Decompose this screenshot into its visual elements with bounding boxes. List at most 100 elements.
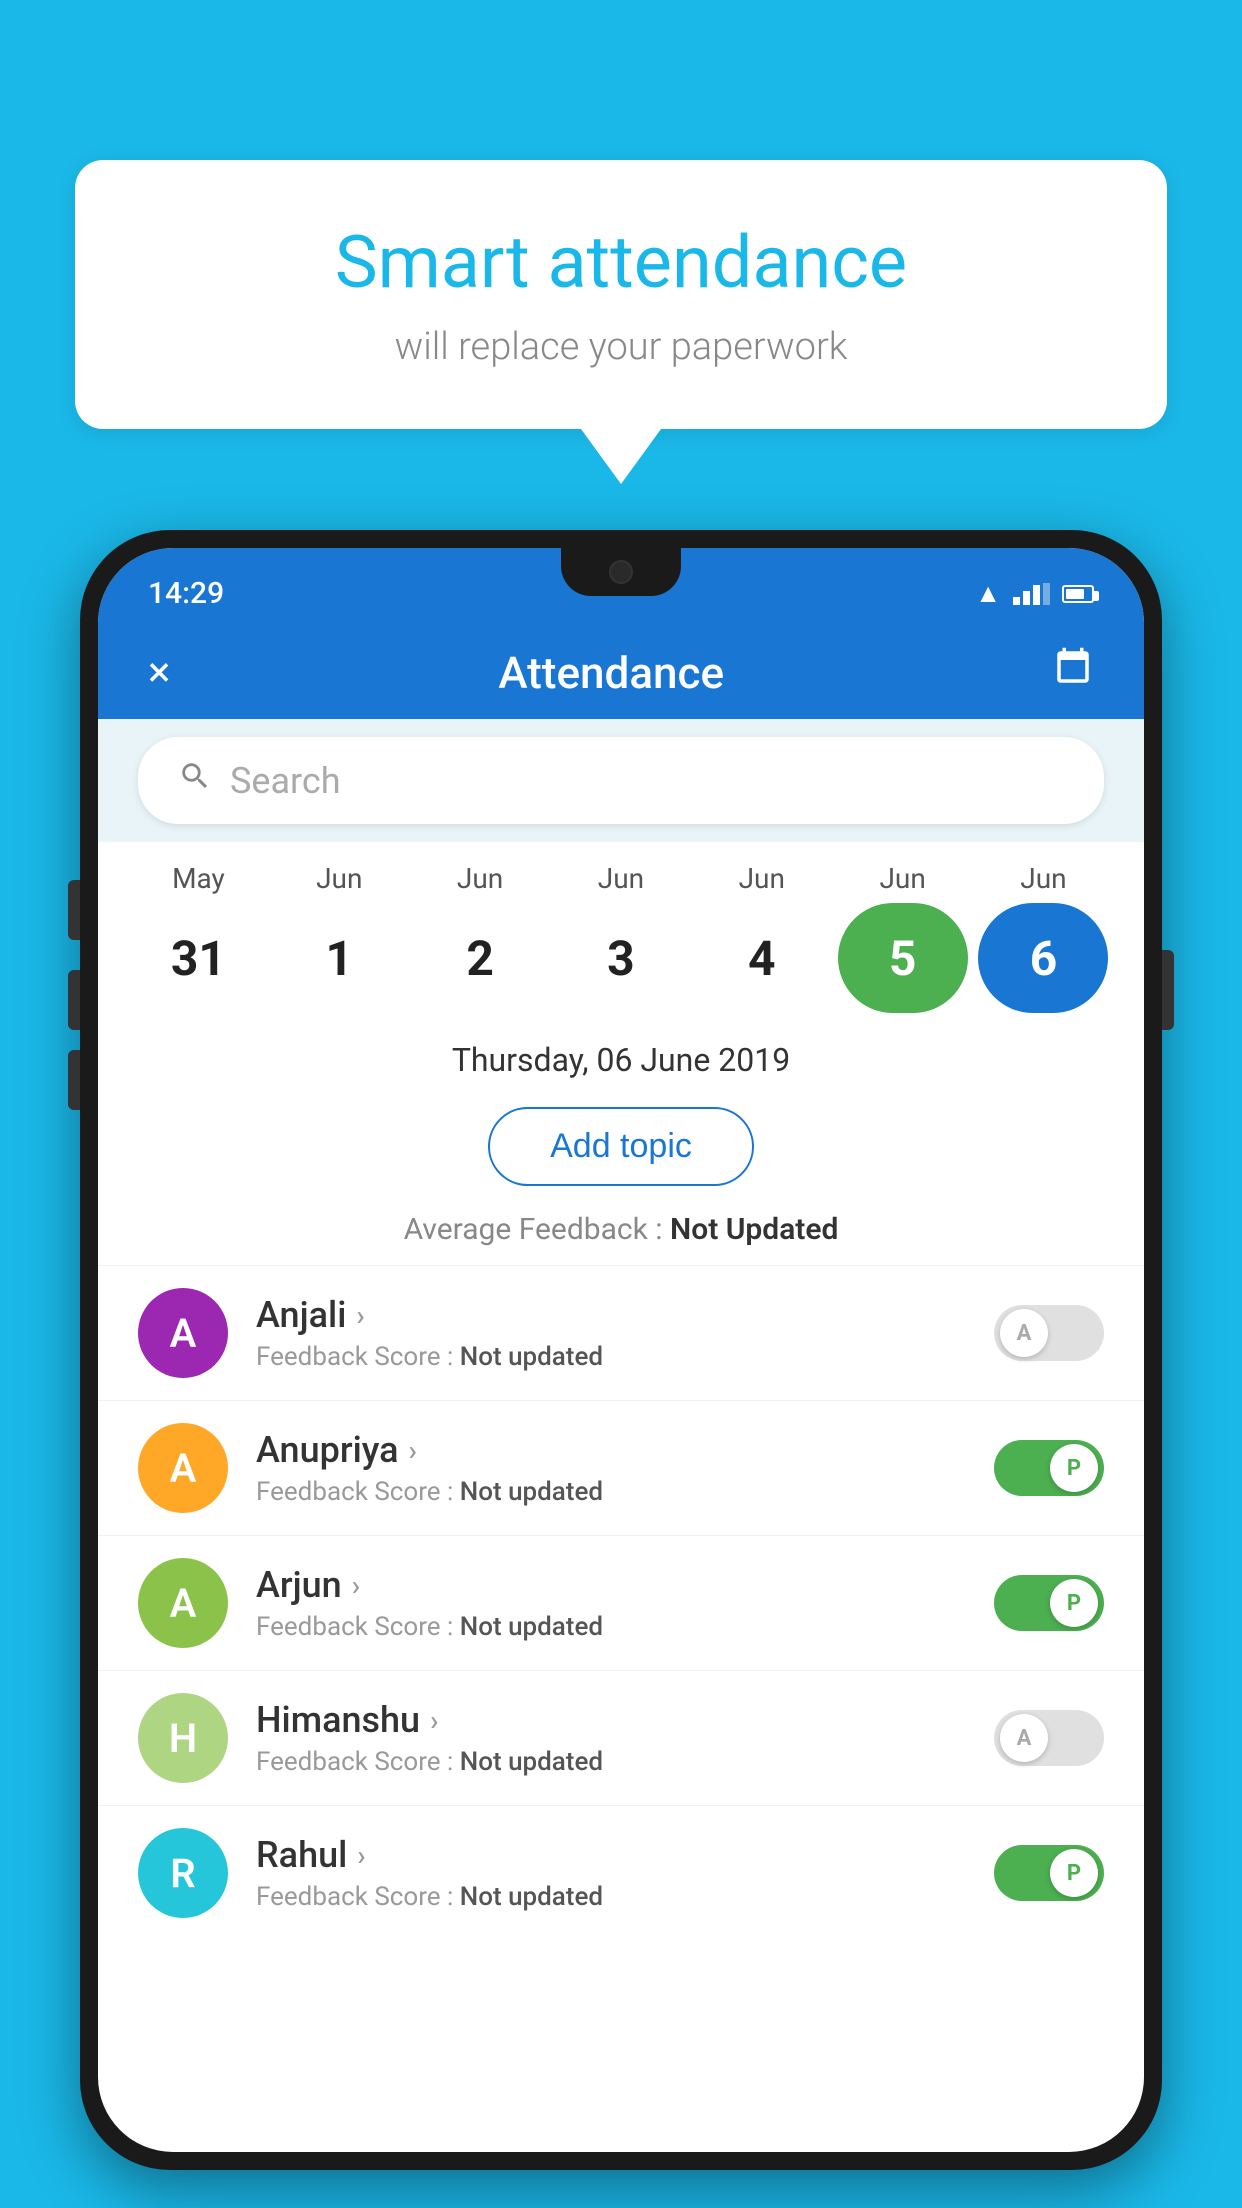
calendar-date-6[interactable]: 6 — [978, 903, 1108, 1013]
attendance-toggle[interactable]: P — [994, 1845, 1104, 1901]
toggle-knob: P — [1050, 1444, 1098, 1492]
calendar-month-label: Jun — [274, 862, 404, 895]
search-bar[interactable]: Search — [138, 737, 1104, 824]
attendance-toggle[interactable]: P — [994, 1575, 1104, 1631]
speech-bubble: Smart attendance will replace your paper… — [75, 160, 1167, 429]
toggle-container[interactable]: P — [994, 1440, 1104, 1496]
attendance-toggle[interactable]: P — [994, 1440, 1104, 1496]
student-name: Rahul › — [256, 1834, 966, 1876]
student-name: Anupriya › — [256, 1429, 966, 1471]
toggle-container[interactable]: P — [994, 1575, 1104, 1631]
calendar-strip: May Jun Jun Jun Jun Jun Jun 31123456 — [98, 842, 1144, 1023]
add-topic-container: Add topic — [98, 1089, 1144, 1204]
calendar-month-label: Jun — [556, 862, 686, 895]
calendar-months: May Jun Jun Jun Jun Jun Jun — [128, 862, 1114, 895]
power-button — [1162, 950, 1174, 1030]
status-icons: ▲ — [975, 578, 1094, 609]
student-arrow-icon: › — [352, 1569, 360, 1602]
speech-bubble-subtitle: will replace your paperwork — [155, 325, 1087, 369]
toggle-knob: P — [1050, 1579, 1098, 1627]
student-info[interactable]: Rahul › Feedback Score : Not updated — [256, 1834, 966, 1912]
student-arrow-icon: › — [356, 1299, 364, 1332]
calendar-date-31[interactable]: 31 — [133, 903, 263, 1013]
student-list: AAnjali ›Feedback Score : Not updatedAAA… — [98, 1265, 1144, 2152]
selected-date-info: Thursday, 06 June 2019 — [98, 1023, 1144, 1089]
calendar-date-4[interactable]: 4 — [697, 903, 827, 1013]
battery-fill — [1066, 589, 1084, 599]
student-arrow-icon: › — [409, 1434, 417, 1467]
phone-camera — [609, 560, 633, 584]
close-icon[interactable]: × — [148, 648, 170, 697]
calendar-month-label: Jun — [978, 862, 1108, 895]
selected-date-text: Thursday, 06 June 2019 — [452, 1041, 790, 1079]
student-item: A Anjali › Feedback Score : Not updated A — [98, 1265, 1144, 1400]
speech-bubble-container: Smart attendance will replace your paper… — [75, 160, 1167, 484]
app-bar-title: Attendance — [498, 647, 724, 699]
student-feedback: Feedback Score : Not updated — [256, 1882, 966, 1912]
wifi-icon: ▲ — [975, 578, 1001, 609]
battery-icon — [1062, 585, 1094, 603]
status-time: 14:29 — [148, 576, 224, 611]
phone-frame: 14:29 ▲ — [80, 530, 1162, 2170]
student-item: A Arjun › Feedback Score : Not updated P — [98, 1535, 1144, 1670]
student-avatar: A — [138, 1558, 228, 1648]
add-topic-button[interactable]: Add topic — [488, 1107, 754, 1186]
student-feedback-value: Not updated — [460, 1612, 603, 1642]
signal-icon — [1013, 583, 1050, 605]
student-feedback: Feedback Score : Not updated — [256, 1612, 966, 1642]
student-info[interactable]: Himanshu ›Feedback Score : Not updated — [256, 1699, 966, 1777]
calendar-date-2[interactable]: 2 — [415, 903, 545, 1013]
calendar-icon[interactable] — [1052, 646, 1094, 699]
student-item: AAnupriya ›Feedback Score : Not updatedP — [98, 1400, 1144, 1535]
toggle-container[interactable]: A — [994, 1305, 1104, 1361]
calendar-date-3[interactable]: 3 — [556, 903, 686, 1013]
calendar-date-1[interactable]: 1 — [274, 903, 404, 1013]
toggle-knob: P — [1050, 1849, 1098, 1897]
student-arrow-icon: › — [430, 1704, 438, 1737]
silent-button — [68, 1050, 80, 1110]
calendar-dates: 31123456 — [128, 903, 1114, 1013]
phone-notch — [561, 548, 681, 596]
attendance-toggle[interactable]: A — [994, 1710, 1104, 1766]
phone-container: 14:29 ▲ — [80, 530, 1162, 2208]
student-item: HHimanshu ›Feedback Score : Not updatedA — [98, 1670, 1144, 1805]
speech-bubble-title: Smart attendance — [155, 220, 1087, 305]
student-arrow-icon: › — [357, 1839, 365, 1872]
student-feedback-value: Not updated — [460, 1342, 603, 1372]
toggle-container[interactable]: A — [994, 1710, 1104, 1766]
student-feedback-value: Not updated — [460, 1747, 603, 1777]
volume-up-button — [68, 880, 80, 940]
student-name: Arjun › — [256, 1564, 966, 1606]
student-feedback: Feedback Score : Not updated — [256, 1747, 966, 1777]
toggle-knob: A — [1000, 1309, 1048, 1357]
student-avatar: H — [138, 1693, 228, 1783]
student-feedback: Feedback Score : Not updated — [256, 1342, 966, 1372]
student-info[interactable]: Arjun › Feedback Score : Not updated — [256, 1564, 966, 1642]
search-icon — [178, 759, 212, 802]
calendar-month-label: Jun — [838, 862, 968, 895]
volume-down-button — [68, 970, 80, 1030]
calendar-month-label: Jun — [697, 862, 827, 895]
search-container: Search — [98, 719, 1144, 842]
calendar-date-5[interactable]: 5 — [838, 903, 968, 1013]
attendance-toggle[interactable]: A — [994, 1305, 1104, 1361]
app-bar: × Attendance — [98, 626, 1144, 719]
average-feedback-value: Not Updated — [670, 1212, 838, 1247]
average-feedback-label: Average Feedback : — [404, 1212, 670, 1247]
student-feedback-value: Not updated — [460, 1882, 603, 1912]
student-feedback: Feedback Score : Not updated — [256, 1477, 966, 1507]
student-feedback-value: Not updated — [460, 1477, 603, 1507]
calendar-month-label: May — [133, 862, 263, 895]
student-info[interactable]: Anjali › Feedback Score : Not updated — [256, 1294, 966, 1372]
student-info[interactable]: Anupriya › Feedback Score : Not updated — [256, 1429, 966, 1507]
student-name: Anjali › — [256, 1294, 966, 1336]
search-input-placeholder: Search — [230, 760, 341, 802]
student-item: R Rahul › Feedback Score : Not updated P — [98, 1805, 1144, 1940]
speech-bubble-tail — [581, 429, 661, 484]
calendar-month-label: Jun — [415, 862, 545, 895]
toggle-knob: A — [1000, 1714, 1048, 1762]
average-feedback: Average Feedback : Not Updated — [98, 1204, 1144, 1265]
toggle-container[interactable]: P — [994, 1845, 1104, 1901]
student-avatar: R — [138, 1828, 228, 1918]
student-avatar: A — [138, 1288, 228, 1378]
